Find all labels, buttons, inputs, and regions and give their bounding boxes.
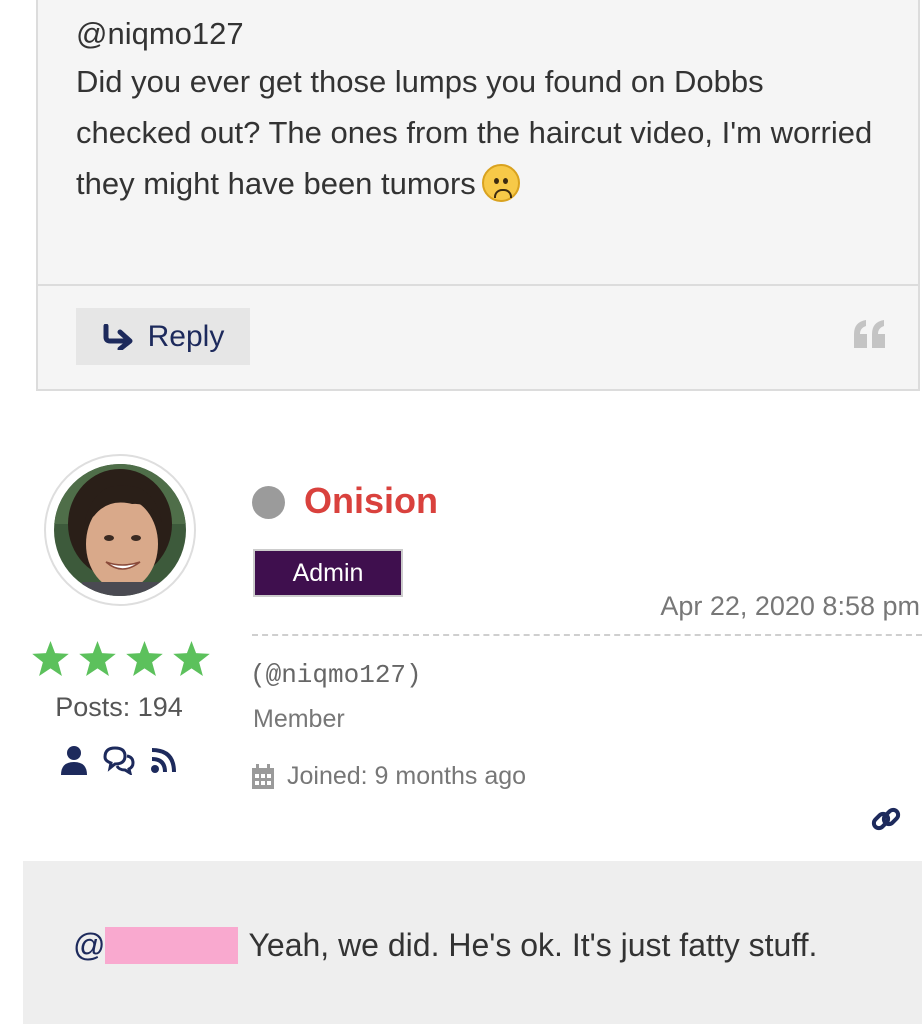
user-handle: (@niqmo127) xyxy=(250,660,422,690)
permalink-icon[interactable] xyxy=(870,803,902,835)
avatar[interactable] xyxy=(44,454,196,606)
post-body-text: Did you ever get those lumps you found o… xyxy=(76,64,873,201)
star-icon xyxy=(173,641,210,676)
role-badge: Admin xyxy=(253,549,403,597)
star-icon xyxy=(126,641,163,676)
member-label: Member xyxy=(253,705,345,733)
post-body-line: @ Yeah, we did. He's ok. It's just fatty … xyxy=(73,927,817,964)
star-icon xyxy=(32,641,69,676)
posts-count: Posts: 194 xyxy=(55,692,183,722)
divider xyxy=(252,634,922,636)
chat-bubbles-icon[interactable] xyxy=(102,745,136,775)
joined-text: Joined: 9 months ago xyxy=(287,762,527,790)
post-body: @ Yeah, we did. He's ok. It's just fatty … xyxy=(23,861,922,1024)
reply-text: Yeah, we did. He's ok. It's just fatty s… xyxy=(248,927,818,963)
reply-button[interactable]: Reply xyxy=(76,308,250,365)
post-text: Did you ever get those lumps you found o… xyxy=(76,56,876,209)
rating-stars xyxy=(32,641,210,676)
author-actions xyxy=(60,745,178,775)
joined-info: Joined: 9 months ago xyxy=(251,762,526,791)
reply-arrow-icon xyxy=(103,323,133,350)
post-content: @niqmo127 Did you ever get those lumps y… xyxy=(76,12,876,209)
avatar-image xyxy=(54,464,186,596)
reply-label: Reply xyxy=(147,319,225,353)
status-indicator xyxy=(252,486,285,519)
frowning-face-emoji-icon xyxy=(481,164,520,202)
redacted-username xyxy=(105,927,239,964)
post-date: Apr 22, 2020 8:58 pm xyxy=(660,591,920,621)
calendar-icon xyxy=(252,763,274,789)
post-footer: Reply xyxy=(38,284,918,389)
rss-icon[interactable] xyxy=(150,746,178,774)
star-icon xyxy=(79,641,116,676)
user-icon[interactable] xyxy=(60,745,88,775)
author-name[interactable]: Onision xyxy=(304,480,438,522)
quote-icon[interactable] xyxy=(852,318,888,350)
quoted-post: @niqmo127 Did you ever get those lumps y… xyxy=(36,0,920,391)
mention-at[interactable]: @ xyxy=(73,927,105,964)
mention-link[interactable]: @niqmo127 xyxy=(76,12,876,56)
